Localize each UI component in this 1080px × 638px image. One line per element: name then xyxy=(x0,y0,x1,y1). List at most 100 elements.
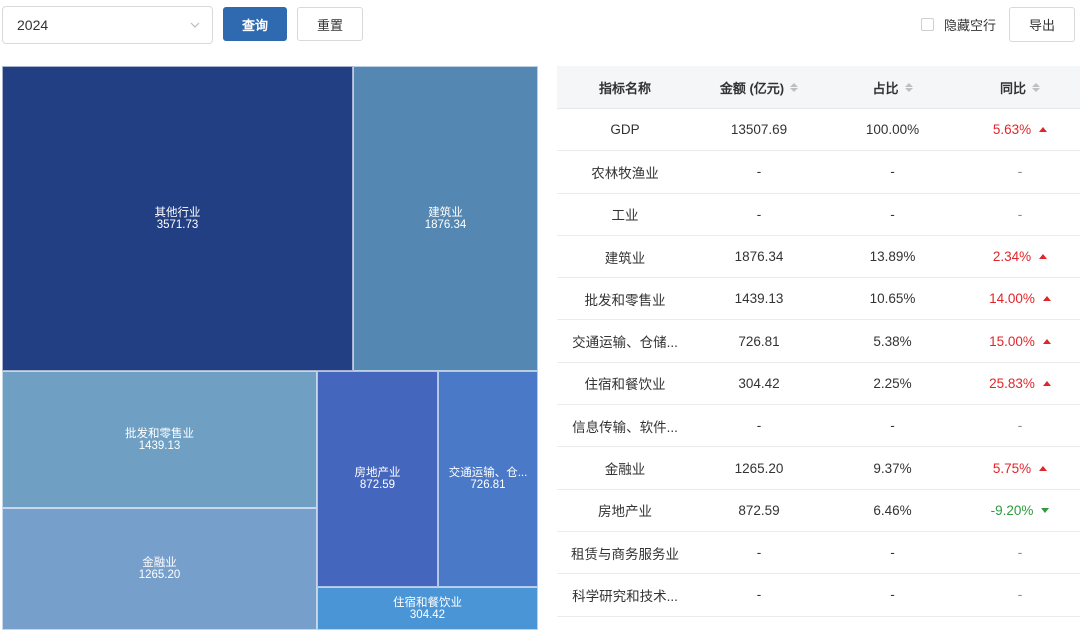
table-row[interactable]: 工业 - - - xyxy=(557,194,1080,236)
treemap-tile-value: 3571.73 xyxy=(156,218,199,231)
yoy-value: 25.83% xyxy=(989,375,1035,391)
cell-amount: 872.59 xyxy=(738,502,780,518)
table-row[interactable]: 住宿和餐饮业 304.42 2.25% 25.83% xyxy=(557,363,1080,406)
cell-share: 6.46% xyxy=(873,502,912,518)
checkbox-icon[interactable] xyxy=(921,18,934,31)
cell-share: 10.65% xyxy=(869,291,916,307)
cell-share: 100.00% xyxy=(865,122,920,138)
cell-amount: - xyxy=(756,418,762,434)
query-button[interactable]: 查询 xyxy=(223,7,287,41)
cell-share: - xyxy=(890,418,895,434)
treemap-tile[interactable]: 其他行业 3571.73 xyxy=(2,66,353,371)
cell-name: 批发和零售业 xyxy=(584,292,666,308)
reset-button[interactable]: 重置 xyxy=(297,7,363,41)
toolbar: 2024 查询 重置 隐藏空行 导出 xyxy=(0,0,1080,50)
cell-amount: 1439.13 xyxy=(734,291,784,307)
year-select-value: 2024 xyxy=(17,17,49,33)
cell-share: - xyxy=(890,164,895,180)
column-header-amount[interactable]: 金额 (亿元) xyxy=(693,78,825,97)
cell-share: - xyxy=(890,206,895,222)
export-button[interactable]: 导出 xyxy=(1009,7,1075,42)
cell-amount: - xyxy=(756,164,762,180)
treemap-tile[interactable]: 批发和零售业 1439.13 xyxy=(2,371,317,508)
yoy-value: -9.20% xyxy=(990,502,1034,518)
treemap-tile[interactable]: 交通运输、仓... 726.81 xyxy=(438,371,538,587)
treemap-tile[interactable]: 房地产业 872.59 xyxy=(317,371,438,587)
cell-yoy: 15.00% xyxy=(960,334,1080,349)
cell-share: 9.37% xyxy=(873,460,912,476)
sort-icon[interactable] xyxy=(1032,82,1040,92)
cell-name: 金融业 xyxy=(604,462,646,478)
treemap-tile-label: 交通运输、仓... xyxy=(448,467,528,479)
arrow-up-icon xyxy=(1042,380,1051,386)
year-select[interactable]: 2024 xyxy=(2,6,213,44)
cell-yoy: 2.34% xyxy=(960,249,1080,264)
table-row[interactable]: 科学研究和技术... - - - xyxy=(557,574,1080,617)
arrow-up-icon xyxy=(1042,296,1051,302)
hide-empty-checkbox[interactable]: 隐藏空行 xyxy=(921,15,996,34)
cell-name: 住宿和餐饮业 xyxy=(584,377,666,393)
data-table: 指标名称 金额 (亿元) 占比 同比 GDP 13507.69 100.00% 5.6… xyxy=(557,66,1080,617)
treemap-tile-label: 住宿和餐饮业 xyxy=(393,596,462,609)
cell-name: GDP xyxy=(610,122,640,138)
cell-share: 5.38% xyxy=(873,333,912,349)
sort-icon[interactable] xyxy=(904,82,913,92)
table-row[interactable]: 房地产业 872.59 6.46% -9.20% xyxy=(557,490,1080,532)
table-row[interactable]: 农林牧渔业 - - - xyxy=(557,151,1080,194)
cell-name: 交通运输、仓储... xyxy=(572,335,678,351)
cell-name: 房地产业 xyxy=(598,504,652,520)
sort-icon[interactable] xyxy=(790,82,799,92)
treemap-tile-value: 1265.20 xyxy=(138,569,181,581)
treemap-tile-value: 1439.13 xyxy=(138,439,181,452)
column-header-yoy[interactable]: 同比 xyxy=(960,78,1080,97)
table-row[interactable]: 金融业 1265.20 9.37% 5.75% xyxy=(557,447,1080,490)
hide-empty-label: 隐藏空行 xyxy=(944,18,997,33)
treemap-chart: 其他行业 3571.73 建筑业 1876.34 批发和零售业 1439.13 金融业 126… xyxy=(2,66,538,630)
table-row[interactable]: GDP 13507.69 100.00% 5.63% xyxy=(557,109,1080,152)
treemap-tile[interactable]: 建筑业 1876.34 xyxy=(353,66,538,371)
cell-name: 农林牧渔业 xyxy=(591,165,659,181)
arrow-up-icon xyxy=(1042,338,1051,344)
treemap-tile[interactable]: 住宿和餐饮业 304.42 xyxy=(317,587,538,630)
cell-name: 信息传输、软件... xyxy=(572,419,678,435)
cell-name: 科学研究和技术... xyxy=(572,588,678,604)
column-header-name: 指标名称 xyxy=(598,80,651,96)
cell-name: 建筑业 xyxy=(604,250,646,266)
treemap-tile-label: 建筑业 xyxy=(428,206,463,219)
treemap-tile[interactable]: 金融业 1265.20 xyxy=(2,508,317,630)
cell-amount: 304.42 xyxy=(738,375,780,391)
yoy-value: 2.34% xyxy=(992,249,1032,265)
cell-amount: 726.81 xyxy=(738,333,780,349)
arrow-up-icon xyxy=(1039,465,1048,471)
yoy-value: 14.00% xyxy=(989,291,1035,307)
table-header: 指标名称 金额 (亿元) 占比 同比 xyxy=(557,66,1080,109)
cell-yoy: -9.20% xyxy=(960,503,1080,518)
table-row[interactable]: 信息传输、软件... - - - xyxy=(557,405,1080,448)
cell-yoy: - xyxy=(960,545,1080,560)
treemap-tile-label: 其他行业 xyxy=(154,206,201,219)
cell-name: 工业 xyxy=(611,208,639,224)
yoy-value: - xyxy=(1017,206,1023,222)
cell-share: 13.89% xyxy=(869,249,916,265)
cell-share: - xyxy=(890,545,895,561)
arrow-down-icon xyxy=(1041,507,1050,513)
cell-yoy: - xyxy=(960,207,1080,222)
yoy-value: - xyxy=(1017,587,1023,603)
cell-amount: 1265.20 xyxy=(734,460,784,476)
cell-share: - xyxy=(890,587,895,603)
table-row[interactable]: 租赁与商务服务业 - - - xyxy=(557,532,1080,575)
table-row[interactable]: 交通运输、仓储... 726.81 5.38% 15.00% xyxy=(557,320,1080,363)
cell-yoy: 5.63% xyxy=(960,122,1080,137)
cell-yoy: - xyxy=(960,418,1080,433)
chevron-down-icon xyxy=(190,20,200,30)
yoy-value: 15.00% xyxy=(989,333,1035,349)
column-header-share[interactable]: 占比 xyxy=(825,78,960,97)
arrow-up-icon xyxy=(1039,127,1048,133)
treemap-tile-label: 金融业 xyxy=(142,557,177,569)
table-row[interactable]: 建筑业 1876.34 13.89% 2.34% xyxy=(557,236,1080,279)
table-body: GDP 13507.69 100.00% 5.63% 农林牧渔业 - - - 工业 - - - 建筑业 1… xyxy=(557,109,1080,617)
yoy-value: - xyxy=(1017,164,1023,180)
yoy-value: 5.75% xyxy=(992,460,1032,476)
table-row[interactable]: 批发和零售业 1439.13 10.65% 14.00% xyxy=(557,278,1080,321)
cell-yoy: 25.83% xyxy=(960,376,1080,391)
